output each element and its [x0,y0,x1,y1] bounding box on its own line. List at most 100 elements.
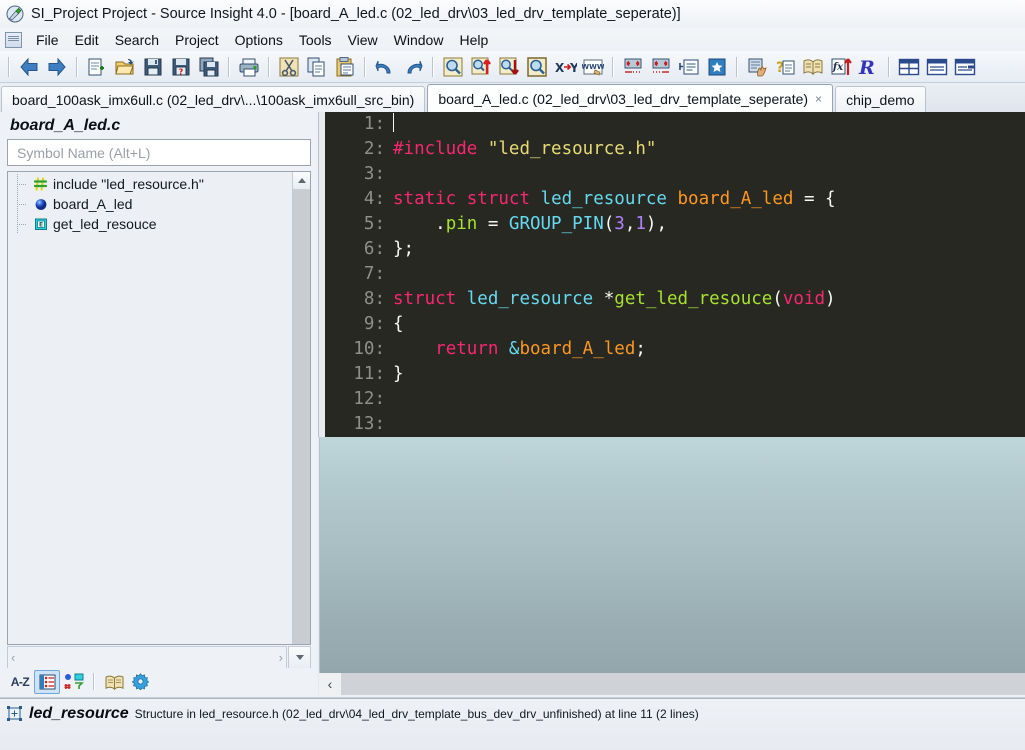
copy-icon[interactable] [304,54,330,79]
tab-board-a-led[interactable]: board_A_led.c (02_led_drv\03_led_drv_tem… [427,84,834,113]
search-backward-icon[interactable] [468,54,494,79]
jump-to-definition-icon[interactable]: fx [828,54,854,79]
scroll-right-icon[interactable]: › [279,650,283,665]
line-number: 12: [353,389,385,409]
menu-item-help[interactable]: Help [451,31,496,49]
close-icon[interactable]: × [815,93,822,105]
menu-item-file[interactable]: File [28,31,67,49]
system-menu-icon[interactable] [5,31,22,48]
search-files-icon[interactable] [524,54,550,79]
code-line: 5: .pin = GROUP_PIN(3,1), [325,212,1025,237]
code-token: . [393,214,446,234]
cut-icon[interactable] [276,54,302,79]
browse-button[interactable] [102,671,126,693]
insert-block-icon[interactable] [676,54,702,79]
indent-left-icon[interactable] [620,54,646,79]
code-token: & [508,339,520,359]
symbol-list-vertical-scrollbar[interactable] [292,172,310,644]
tile-windows-icon[interactable] [896,54,922,79]
line-number: 8: [363,289,385,309]
code-line: 13: [325,412,1025,437]
symbol-list-horizontal-scrollbar[interactable]: ‹ › [7,646,287,669]
code-token: } [393,364,404,384]
context-window-icon[interactable] [744,54,770,79]
undo-icon[interactable] [372,54,398,79]
code-token: GROUP_PIN [508,214,604,234]
new-file-icon[interactable] [84,54,110,79]
code-token: ) [825,289,836,309]
symbol-list-button[interactable] [34,669,60,694]
menu-item-project[interactable]: Project [167,31,227,49]
symbol-search-box[interactable] [7,139,311,166]
search-forward-icon[interactable] [496,54,522,79]
toolbar-separator [736,56,738,77]
toolbar-separator [888,56,890,77]
code-token: = { [793,189,836,209]
code-token: , [624,214,636,234]
scroll-left-icon[interactable]: ‹ [11,650,15,665]
tab-chip-demo[interactable]: chip_demo [835,86,926,113]
symbol-search-input[interactable] [15,143,303,162]
status-symbol-name: led_resource [29,704,129,722]
chevron-down-icon [295,655,304,660]
back-icon[interactable] [16,54,42,79]
list-item[interactable]: include "led_resource.h" [8,174,293,194]
menu-item-edit[interactable]: Edit [67,31,107,49]
tree-line-icon [14,174,29,194]
blue-sphere-variable-icon [34,197,48,211]
sort-alphabetical-button[interactable]: A-Z [8,671,32,693]
paste-icon[interactable] [332,54,358,79]
editor-empty-area [319,437,1025,673]
scrollbar-track[interactable] [341,673,1025,695]
indent-right-icon[interactable] [648,54,674,79]
code-token: struct [393,289,457,309]
toolbar-separator [76,56,78,77]
print-icon[interactable] [236,54,262,79]
toolbar-separator [268,56,270,77]
code-token: void [782,289,826,309]
list-item[interactable]: E get_led_resouce [8,214,293,234]
menu-item-tools[interactable]: Tools [291,31,340,49]
toolbar-separator [432,56,434,77]
menu-item-options[interactable]: Options [227,31,291,49]
symbol-window-dropdown-button[interactable] [288,646,311,669]
editor-horizontal-scrollbar[interactable]: ‹ [319,673,1025,695]
search-icon[interactable] [440,54,466,79]
source-insight-window: SI_Project Project - Source Insight 4.0 … [0,0,1025,750]
list-item[interactable]: board_A_led [8,194,293,214]
single-pane-icon[interactable] [924,54,950,79]
symbol-list-container: include "led_resource.h" board_A_led E g… [7,171,311,645]
tab-board-100ask-imx6ull[interactable]: board_100ask_imx6ull.c (02_led_drv\...\1… [1,86,426,113]
menu-item-search[interactable]: Search [107,31,167,49]
bookmark-icon[interactable] [704,54,730,79]
save-as-icon[interactable]: ? [168,54,194,79]
relation-window-icon[interactable]: R [856,54,882,79]
forward-icon[interactable] [44,54,70,79]
open-file-icon[interactable] [112,54,138,79]
symbol-types-button[interactable] [62,671,86,693]
save-icon[interactable] [140,54,166,79]
code-text-area[interactable]: 1: 2: #include "led_resource.h" 3: 4: static … [325,112,1025,437]
menu-item-view[interactable]: View [340,31,386,49]
chevron-up-icon [297,178,306,183]
hash-include-icon [34,177,48,191]
code-token: ; [635,339,646,359]
reference-icon[interactable] [800,54,826,79]
split-pane-icon[interactable] [952,54,978,79]
symbol-info-icon[interactable]: ? [772,54,798,79]
svg-text:?: ? [179,67,184,76]
menu-item-window[interactable]: Window [386,31,452,49]
scroll-up-button[interactable] [293,172,310,190]
code-line: 11:} [325,362,1025,387]
redo-icon[interactable] [400,54,426,79]
scroll-left-button[interactable]: ‹ [319,673,341,695]
line-number: 11: [353,364,385,384]
options-button[interactable] [128,671,152,693]
code-token: return [435,339,499,359]
code-line: 8: struct led_resource *get_led_resouce(v… [325,287,1025,312]
scrollbar-thumb[interactable] [293,190,310,644]
save-all-icon[interactable] [196,54,222,79]
replace-icon[interactable]: X Y [552,54,578,79]
browse-web-icon[interactable]: WWW [580,54,606,79]
code-token: "led_resource.h" [487,139,657,159]
